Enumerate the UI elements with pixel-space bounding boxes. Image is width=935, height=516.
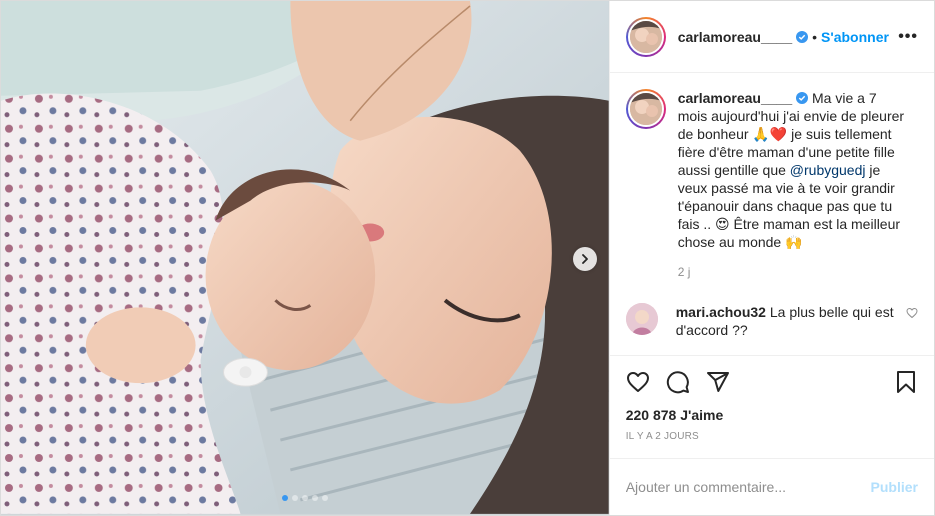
avatar-image	[629, 20, 662, 53]
more-options-icon[interactable]: •••	[898, 28, 918, 46]
post-container: carlamoreau____ • S'abonner ••• carlamor…	[0, 0, 935, 516]
carousel-dot	[291, 495, 298, 501]
chevron-right-icon	[581, 254, 588, 264]
header-separator: •	[812, 28, 818, 45]
verified-badge-icon	[796, 30, 809, 43]
add-comment-bar: Publier	[610, 459, 934, 515]
mention-link[interactable]: @rubyguedj	[790, 162, 866, 178]
verified-badge-icon	[796, 92, 809, 104]
caption-time: 2 j	[677, 265, 691, 279]
carousel-dot	[311, 495, 318, 501]
comment-text: mari.achou32 La plus belle qui est d'acc…	[676, 303, 896, 339]
author-username[interactable]: carlamoreau____	[678, 29, 792, 45]
follow-button[interactable]: S'abonner	[821, 29, 889, 45]
post-photo[interactable]	[1, 1, 609, 515]
share-icon[interactable]	[706, 370, 730, 394]
photo-image	[1, 1, 609, 514]
avatar-image	[629, 93, 662, 125]
commenter-avatar[interactable]	[625, 303, 658, 335]
author-avatar[interactable]	[625, 16, 666, 57]
heart-icon[interactable]	[626, 370, 650, 394]
post-date: IL Y A 2 JOURS	[609, 423, 934, 459]
likes-count[interactable]: 220 878 J'aime	[610, 407, 934, 423]
carousel-dot	[321, 495, 328, 501]
comment-icon[interactable]	[666, 370, 690, 394]
next-slide-button[interactable]	[572, 247, 597, 271]
carousel-dot	[281, 495, 288, 501]
publish-button[interactable]: Publier	[871, 479, 918, 495]
caption-avatar[interactable]	[625, 89, 666, 129]
comment-like-heart-icon[interactable]	[906, 307, 918, 319]
post-side-panel: carlamoreau____ • S'abonner ••• carlamor…	[608, 1, 934, 515]
post-header: carlamoreau____ • S'abonner •••	[609, 1, 934, 73]
bookmark-icon[interactable]	[894, 370, 918, 394]
comment-item: mari.achou32 La plus belle qui est d'acc…	[625, 303, 918, 339]
avatar-image	[625, 303, 658, 335]
carousel-dot	[301, 495, 308, 501]
action-bar	[609, 355, 934, 407]
comment-input[interactable]	[625, 479, 871, 495]
caption-text: carlamoreau____ Ma vie a 7 mois aujourd'…	[678, 89, 908, 251]
commenter-username[interactable]: mari.achou32	[676, 304, 766, 320]
caption: carlamoreau____ Ma vie a 7 mois aujourd'…	[625, 89, 918, 251]
caption-username[interactable]: carlamoreau____	[678, 90, 792, 106]
comments-section: carlamoreau____ Ma vie a 7 mois aujourd'…	[610, 73, 934, 355]
carousel-indicator	[1, 495, 609, 501]
